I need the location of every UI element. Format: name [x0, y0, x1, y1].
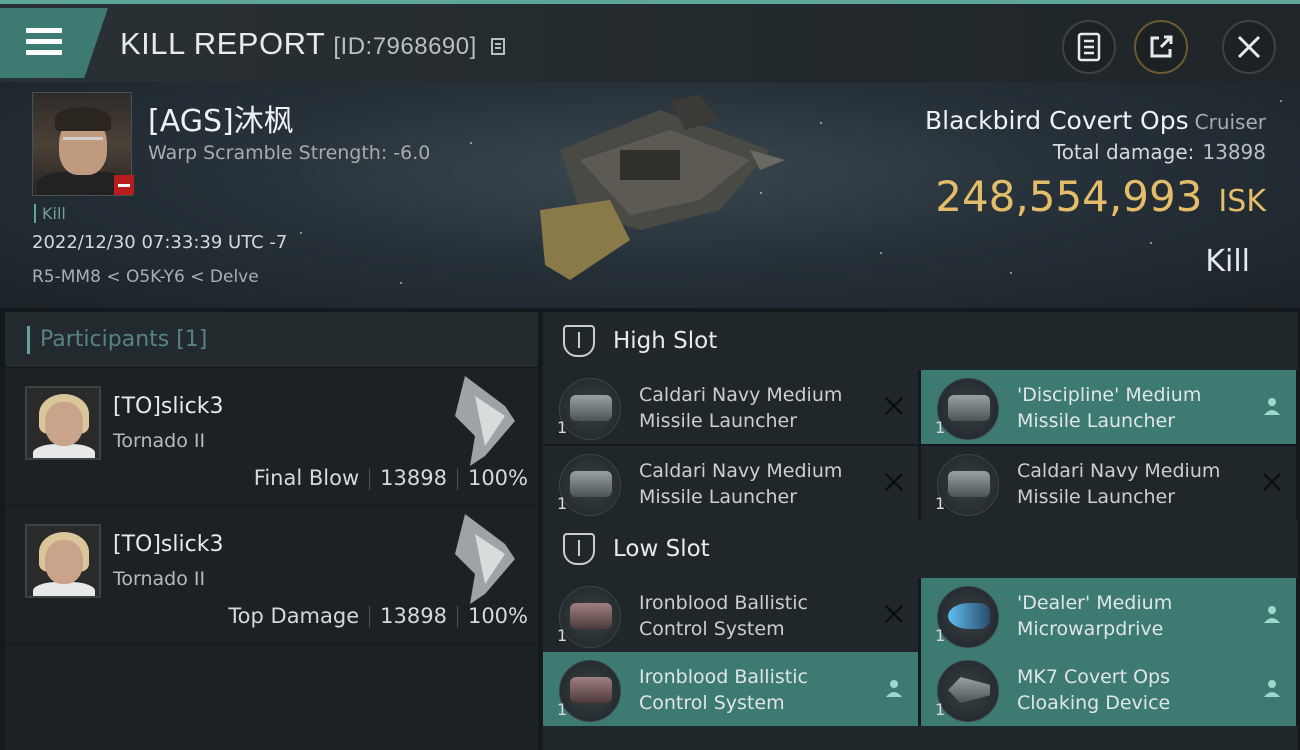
victim-ship[interactable]: Blackbird Covert Ops Cruiser: [925, 106, 1266, 135]
mid-slot-header-partial: [543, 726, 1298, 750]
participant-name: [TO]slick3: [113, 394, 224, 419]
missile-launcher-icon: [559, 454, 621, 516]
participant-name: [TO]slick3: [113, 532, 224, 557]
warp-scramble-strength: Warp Scramble Strength: -6.0: [148, 142, 431, 164]
kill-location[interactable]: R5-MM8 < O5K-Y6 < Delve: [32, 267, 259, 287]
participants-panel: Participants [1] [TO]slick3 Tornado II F…: [5, 312, 538, 750]
title-bar: KILL REPORT [ID:7968690]: [0, 0, 1300, 82]
participant-ship-image: [455, 376, 515, 466]
module-name: Ironblood Ballistic Control System: [639, 592, 808, 640]
module-name: Caldari Navy Medium Missile Launcher: [639, 460, 843, 508]
participant-row[interactable]: [TO]slick3 Tornado II Top Damage 13898 100…: [5, 506, 538, 644]
share-icon: [1150, 35, 1173, 58]
participant-ship-image: [455, 514, 515, 604]
module-item[interactable]: 1 Caldari Navy Medium Missile Launcher: [543, 446, 918, 520]
hostile-badge-icon: [114, 175, 134, 195]
copy-icon[interactable]: [490, 36, 506, 56]
missile-launcher-icon: [937, 454, 999, 516]
missile-launcher-icon: [937, 378, 999, 440]
page-title: KILL REPORT [ID:7968690]: [120, 26, 506, 62]
destroyed-icon: [885, 473, 903, 491]
module-item[interactable]: 1 'Discipline' Medium Missile Launcher: [921, 370, 1296, 444]
module-item[interactable]: 1 Caldari Navy Medium Missile Launcher: [543, 370, 918, 444]
menu-button[interactable]: [0, 8, 108, 78]
module-name: Ironblood Ballistic Control System: [639, 666, 808, 714]
close-icon: [1237, 35, 1261, 59]
destroyed-icon: [885, 397, 903, 415]
module-name: 'Discipline' Medium Missile Launcher: [1017, 384, 1202, 432]
victim-name[interactable]: [AGS]沐枫: [148, 96, 294, 140]
isk-value: 248,554,993 ISK: [935, 172, 1266, 221]
victim-summary: [AGS]沐枫 Warp Scramble Strength: -6.0 Kil…: [0, 82, 1300, 308]
module-name: Caldari Navy Medium Missile Launcher: [639, 384, 843, 432]
share-button[interactable]: [1134, 20, 1188, 74]
kill-tag: Kill: [34, 204, 66, 223]
destroyed-icon: [1263, 473, 1281, 491]
dropped-person-icon: [1264, 680, 1280, 697]
module-name: 'Dealer' Medium Microwarpdrive: [1017, 592, 1173, 640]
dropped-person-icon: [1264, 606, 1280, 623]
kill-datetime: 2022/12/30 07:33:39 UTC -7: [32, 232, 288, 253]
participant-row[interactable]: [TO]slick3 Tornado II Final Blow 13898 100…: [5, 368, 538, 506]
high-slot-icon: [563, 325, 595, 357]
hamburger-icon: [26, 28, 62, 56]
participants-header: Participants [1]: [5, 312, 538, 368]
dropped-person-icon: [1264, 398, 1280, 415]
module-item[interactable]: 1 Ironblood Ballistic Control System: [543, 652, 918, 726]
ballistic-control-icon: [559, 660, 621, 722]
victim-ship-image[interactable]: [520, 90, 790, 290]
module-item[interactable]: 1 MK7 Covert Ops Cloaking Device: [921, 652, 1296, 726]
low-slot-icon: [563, 533, 595, 565]
participant-stats: Top Damage 13898 100%: [228, 604, 528, 628]
module-name: MK7 Covert Ops Cloaking Device: [1017, 666, 1171, 714]
participant-ship: Tornado II: [113, 568, 206, 590]
participant-ship: Tornado II: [113, 430, 206, 452]
destroyed-icon: [885, 605, 903, 623]
document-icon: [1077, 32, 1101, 62]
module-item[interactable]: 1 'Dealer' Medium Microwarpdrive: [921, 578, 1296, 652]
total-damage: Total damage: 13898: [1052, 140, 1266, 164]
participant-portrait[interactable]: [25, 386, 101, 460]
kill-id[interactable]: [ID:7968690]: [333, 33, 476, 60]
low-slot-header: Low Slot: [543, 520, 1298, 578]
missile-launcher-icon: [559, 378, 621, 440]
module-item[interactable]: 1 Ironblood Ballistic Control System: [543, 578, 918, 652]
title-text: KILL REPORT: [120, 26, 326, 61]
microwarpdrive-icon: [937, 586, 999, 648]
cloaking-device-icon: [937, 660, 999, 722]
module-item[interactable]: 1 Caldari Navy Medium Missile Launcher: [921, 446, 1296, 520]
report-button[interactable]: [1062, 20, 1116, 74]
dropped-person-icon: [886, 680, 902, 697]
participant-portrait[interactable]: [25, 524, 101, 598]
ballistic-control-icon: [559, 586, 621, 648]
participant-stats: Final Blow 13898 100%: [253, 466, 528, 490]
module-name: Caldari Navy Medium Missile Launcher: [1017, 460, 1221, 508]
high-slot-header: High Slot: [543, 312, 1298, 370]
result-label: Kill: [1205, 244, 1250, 279]
close-button[interactable]: [1222, 20, 1276, 74]
